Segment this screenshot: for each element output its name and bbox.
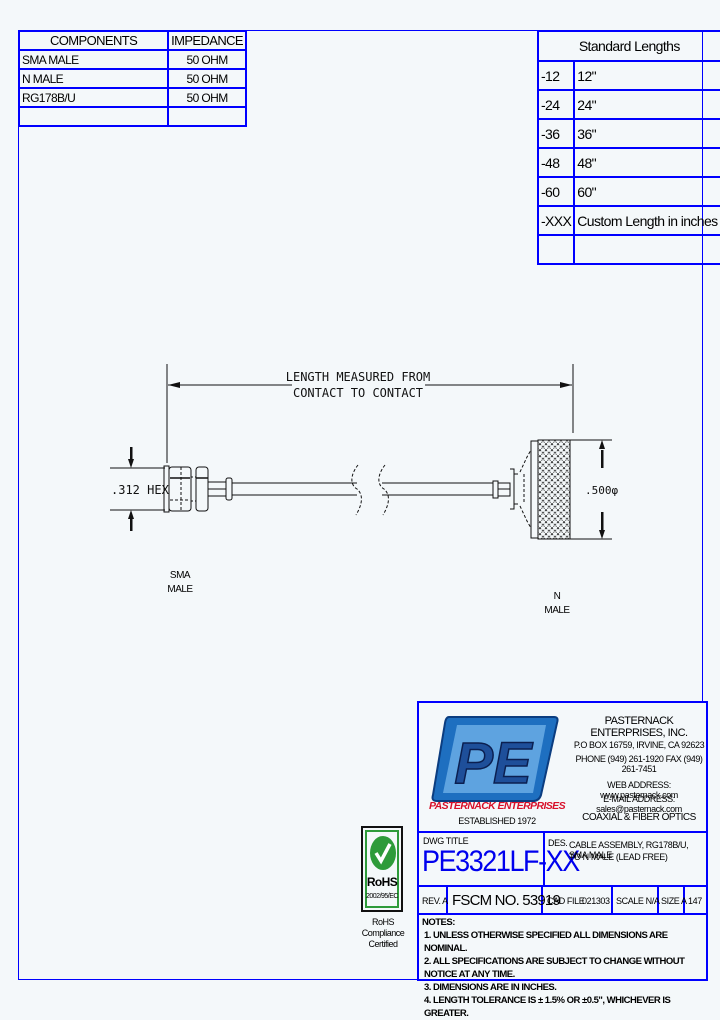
scale: SCALE N/A xyxy=(616,896,660,906)
note-item: 4. LENGTH TOLERANCE IS ± 1.5% OR ±0.5", … xyxy=(424,995,671,1019)
label-line: N xyxy=(553,591,561,602)
title-row: DWG TITLE PE3321LF-XX DES. CABLE ASSEMBL… xyxy=(417,833,708,887)
note-item: 1. UNLESS OTHERWISE SPECIFIED ALL DIMENS… xyxy=(424,930,668,954)
n-body-ring xyxy=(530,440,539,539)
company-block: PE PASTERNACK ENTERPRISES ESTABLISHED 19… xyxy=(417,701,708,833)
company-address: P.O BOX 16759, IRVINE, CA 92623 xyxy=(573,740,705,750)
break-mark-right xyxy=(378,464,389,516)
label-line: MALE xyxy=(167,584,193,595)
hex-dimension-label: .312 HEX xyxy=(111,483,170,497)
sma-male-label: SMA MALE xyxy=(160,569,200,597)
logo-letters: PE xyxy=(454,731,534,796)
caption-line: Certified xyxy=(368,939,398,949)
n-male-label: N MALE xyxy=(537,590,577,618)
caption-line: Compliance xyxy=(361,928,405,938)
info-row: REV. A FSCM NO. 53919 CAD FILE 021303 SC… xyxy=(417,885,708,915)
size: SIZE A xyxy=(661,896,687,906)
revision: REV. A xyxy=(422,896,448,906)
length-label-line1: LENGTH MEASURED FROM xyxy=(286,370,431,384)
sma-ferrule xyxy=(225,477,233,501)
company-name: PASTERNACK ENTERPRISES, INC. xyxy=(590,715,688,739)
length-label-line2: CONTACT TO CONTACT xyxy=(293,386,423,400)
cad-file-value: 021303 xyxy=(582,896,610,906)
part-number: PE3321LF-XX xyxy=(422,845,580,878)
company-phone: PHONE (949) 261-1920 FAX (949) 261-7451 xyxy=(575,754,703,774)
sheet-number: 147 xyxy=(688,896,702,906)
label-line: MALE xyxy=(544,605,570,616)
right-arrowhead xyxy=(560,382,572,388)
fscm-number: FSCM NO. 53919 xyxy=(452,892,561,909)
diameter-dimension-label: .500φ xyxy=(585,484,618,497)
caption-line: RoHS xyxy=(371,917,395,927)
cad-file-label: CAD FILE xyxy=(547,896,585,906)
note-item: 2. ALL SPECIFICATIONS ARE SUBJECT TO CHA… xyxy=(424,956,685,980)
break-mark-left xyxy=(351,464,362,516)
rohs-directive: 2002/95/EC xyxy=(366,893,398,900)
pe-logo: PE xyxy=(431,716,559,802)
description-line2: TO N MALE (LEAD FREE) xyxy=(569,852,668,862)
n-ferrule xyxy=(492,480,499,499)
rohs-badge: RoHS 2002/95/EC xyxy=(361,826,403,912)
rohs-label: RoHS xyxy=(366,875,398,889)
rohs-caption: RoHS Compliance Certified xyxy=(355,917,411,950)
label-line: SMA xyxy=(169,570,191,581)
note-item: 3. DIMENSIONS ARE IN INCHES. xyxy=(424,982,557,993)
logo-company-name: PASTERNACK ENTERPRISES xyxy=(429,800,566,812)
established-text: ESTABLISHED 1972 xyxy=(458,816,536,826)
sma-nut xyxy=(195,466,209,512)
checkmark-icon xyxy=(370,836,396,870)
company-tagline: COAXIAL & FIBER OPTICS xyxy=(582,812,696,823)
notes-title: NOTES: xyxy=(422,917,455,928)
left-arrowhead xyxy=(168,382,180,388)
notes-block: NOTES: 1. UNLESS OTHERWISE SPECIFIED ALL… xyxy=(417,913,708,1019)
cable-assembly-drawing: LENGTH MEASURED FROM CONTACT TO CONTACT … xyxy=(110,364,618,540)
company-email: E-MAIL ADDRESS: sales@pasternack.com xyxy=(596,794,682,814)
n-knurled-nut xyxy=(537,439,571,540)
des-label: DES. xyxy=(548,838,568,848)
